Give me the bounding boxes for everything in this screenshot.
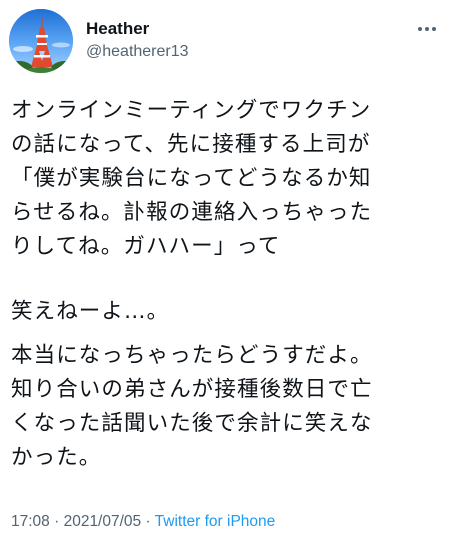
tweet-time[interactable]: 17:08	[11, 513, 50, 530]
tweet-line: かった。	[11, 445, 102, 470]
more-options-icon	[418, 27, 436, 31]
tweet-line: 本当になっちゃったらどうすだよ。	[11, 343, 373, 368]
tweet-paragraph-1: オンラインミーティングでワクチン の話になって、先に接種する上司が 「僕が実験台…	[11, 94, 451, 264]
tweet-line: オンラインミーティングでワクチン	[11, 98, 372, 123]
tweet-line: の話になって、先に接種する上司が	[11, 132, 371, 157]
tweet-date[interactable]: 2021/07/05	[64, 513, 142, 530]
tweet-source-link[interactable]: Twitter for iPhone	[155, 513, 276, 530]
user-handle[interactable]: @heatherer13	[86, 43, 189, 61]
tweet-card: Heather @heatherer13 オンラインミーティングでワクチン の話…	[0, 0, 455, 544]
tokyo-tower-avatar-icon	[9, 9, 73, 73]
tweet-line: くなった話聞いた後で余計に笑えな	[11, 411, 373, 436]
tweet-meta: 17:08 · 2021/07/05 · Twitter for iPhone	[11, 513, 275, 531]
tweet-line: 知り合いの弟さんが接種後数日で亡	[11, 377, 373, 402]
tweet-line: りしてね。ガハハー」って	[11, 234, 281, 259]
tweet-line: 「僕が実験台になってどうなるか知	[11, 166, 372, 191]
tweet-paragraph-2: 笑えねーよ…。	[11, 295, 451, 329]
tweet-line: 笑えねーよ…。	[11, 299, 170, 324]
tweet-paragraph-3: 本当になっちゃったらどうすだよ。 知り合いの弟さんが接種後数日で亡 くなった話聞…	[11, 339, 451, 475]
tweet-line: らせるね。訃報の連絡入っちゃった	[11, 200, 373, 225]
meta-separator: ·	[141, 513, 155, 530]
avatar[interactable]	[9, 9, 73, 73]
display-name[interactable]: Heather	[86, 19, 149, 39]
more-options-button[interactable]	[411, 19, 441, 39]
meta-separator: ·	[49, 513, 64, 530]
